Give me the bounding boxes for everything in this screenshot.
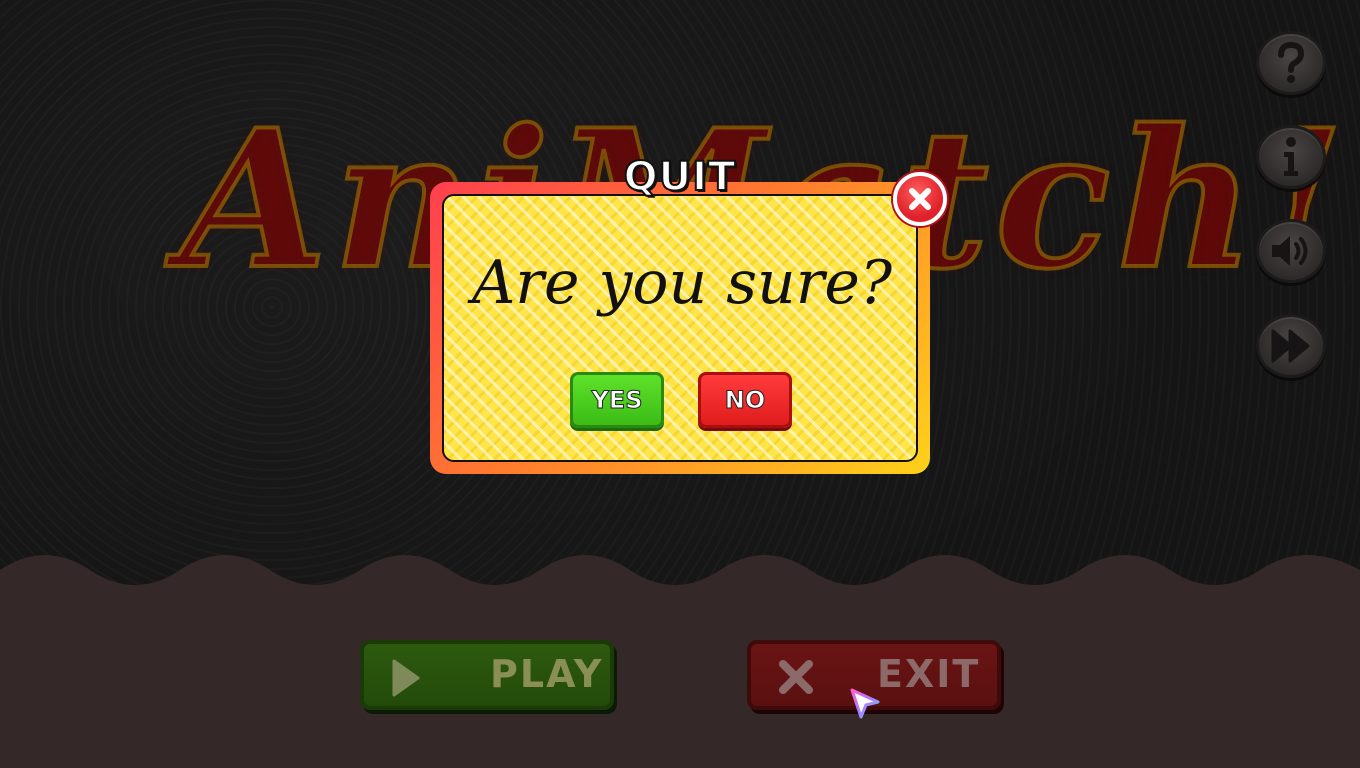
dialog-message: Are you sure? bbox=[471, 248, 893, 318]
dialog-panel: Are you sure? YES NO bbox=[442, 194, 918, 462]
yes-button[interactable]: YES bbox=[570, 372, 664, 428]
quit-dialog: Are you sure? YES NO QUIT bbox=[430, 153, 930, 474]
mouse-cursor bbox=[850, 688, 880, 719]
close-button[interactable] bbox=[893, 172, 947, 226]
dialog-title: QUIT bbox=[623, 153, 737, 201]
close-icon bbox=[909, 188, 931, 210]
no-button[interactable]: NO bbox=[698, 372, 792, 428]
